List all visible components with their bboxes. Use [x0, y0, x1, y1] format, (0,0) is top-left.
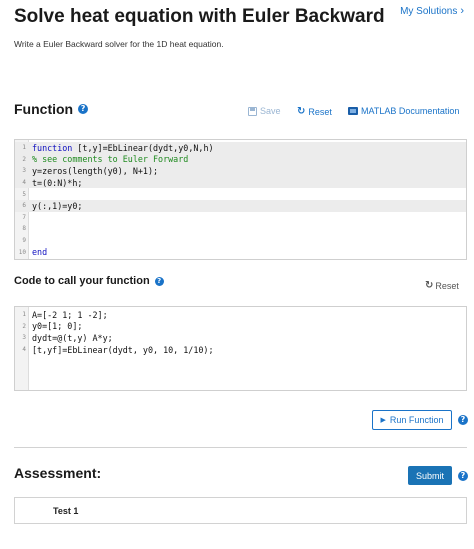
code-token: y=zeros(length(y0), N+1); [32, 165, 159, 176]
line-number: 8 [22, 225, 26, 233]
code-token: % see comments to Euler Forward [32, 154, 189, 165]
help-icon[interactable]: ? [78, 104, 89, 114]
line-number: 5 [22, 190, 26, 198]
code-line[interactable]: 5 [15, 188, 466, 200]
reset-icon: ↻ [297, 106, 306, 117]
call-section-title: Code to call your function ? [14, 275, 164, 287]
save-label: Save [260, 106, 281, 116]
code-line[interactable]: 1 A=[-2 1; 1 -2]; [15, 309, 466, 321]
matlab-doc-label: MATLAB Documentation [361, 106, 460, 116]
code-text: y(:,1)=y0; [29, 201, 82, 211]
code-line[interactable]: 2 y0=[1; 0]; [15, 321, 466, 333]
run-function-button[interactable]: ▶ Run Function [372, 410, 452, 430]
line-number: 4 [22, 346, 26, 354]
function-title-label: Function [14, 101, 74, 117]
code-text: y=zeros(length(y0), N+1); [29, 166, 158, 176]
code-token: y(:,1)=y0; [32, 200, 83, 211]
code-text: y0=[1; 0]; [29, 321, 82, 331]
call-code-lines: 1 A=[-2 1; 1 -2]; 2 y0=[1; 0]; 3 dydt=@(t,y) … [15, 309, 466, 355]
help-icon[interactable]: ? [154, 276, 164, 286]
code-line[interactable]: 4 t=(0:N)*h; [15, 176, 466, 189]
code-line[interactable]: 9 [15, 235, 466, 247]
call-code-editor[interactable]: 1 A=[-2 1; 1 -2]; 2 y0=[1; 0]; 3 dydt=@(t,y) … [14, 306, 467, 391]
code-token: end [32, 247, 48, 258]
page-title: Solve heat equation with Euler Backward [14, 6, 385, 27]
code-line[interactable]: 1 function [t,y]=EbLinear(dydt,y0,N,h) [15, 142, 466, 154]
code-line[interactable]: 3 dydt=@(t,y) A*y; [15, 332, 466, 344]
submit-button[interactable]: Submit [408, 466, 452, 485]
code-token: function [32, 142, 73, 153]
save-icon [248, 106, 257, 116]
test-label: Test 1 [53, 506, 79, 516]
line-number: 1 [22, 144, 26, 152]
code-text: function [t,y]=EbLinear(dydt,y0,N,h) [29, 143, 214, 153]
reset-icon: ↻ [425, 280, 434, 291]
reset-call-label: Reset [435, 280, 459, 291]
play-icon: ▶ [380, 417, 386, 424]
code-text: A=[-2 1; 1 -2]; [29, 310, 108, 320]
matlab-documentation-link[interactable]: MATLAB Documentation [348, 106, 459, 116]
code-text: [t,yf]=EbLinear(dydt, y0, 10, 1/10); [29, 345, 214, 355]
code-text: t=(0:N)*h; [29, 178, 82, 188]
line-number: 3 [22, 167, 26, 175]
code-token: A=[-2 1; 1 -2]; [32, 309, 108, 320]
matlab-doc-icon [348, 107, 358, 115]
code-token: t=(0:N)*h; [32, 177, 83, 188]
line-number: 4 [22, 179, 26, 187]
test-item[interactable]: Test 1 [14, 497, 467, 524]
reset-function-button[interactable]: ↻ Reset [297, 106, 332, 117]
line-number: 2 [22, 155, 26, 163]
my-solutions-label: My Solutions [400, 5, 458, 17]
code-line[interactable]: 7 [15, 212, 466, 224]
call-title-label: Code to call your function [14, 275, 150, 287]
code-line[interactable]: 6 y(:,1)=y0; [15, 199, 466, 212]
function-section-title: Function ? [14, 101, 89, 117]
line-number: 9 [22, 237, 26, 245]
code-token: y0=[1; 0]; [32, 321, 83, 332]
function-code-editor[interactable]: 1 function [t,y]=EbLinear(dydt,y0,N,h) 2% … [14, 139, 467, 260]
line-number: 3 [22, 334, 26, 342]
code-line[interactable]: 10 end [15, 246, 466, 258]
my-solutions-link[interactable]: My Solutions › [400, 5, 464, 17]
help-icon[interactable]: ? [458, 471, 468, 481]
code-line[interactable]: 4 [t,yf]=EbLinear(dydt, y0, 10, 1/10); [15, 344, 466, 356]
code-token: dydt=@(t,y) A*y; [32, 332, 113, 343]
line-number: 1 [22, 311, 26, 319]
code-line[interactable]: 2% see comments to Euler Forward [15, 153, 466, 166]
reset-call-button[interactable]: ↻ Reset [425, 280, 459, 291]
line-number: 6 [22, 202, 26, 210]
code-token: [t,y]=EbLinear(dydt,y0,N,h) [72, 142, 214, 153]
chevron-right-icon: › [460, 5, 464, 17]
line-number: 7 [22, 213, 26, 221]
assessment-title: Assessment: [14, 465, 102, 481]
line-number: 10 [18, 248, 26, 256]
code-line[interactable]: 3 y=zeros(length(y0), N+1); [15, 165, 466, 177]
save-button[interactable]: Save [248, 106, 281, 116]
line-number: 2 [22, 322, 26, 330]
code-text: % see comments to Euler Forward [29, 154, 188, 164]
run-function-label: Run Function [389, 415, 444, 425]
code-text: end [29, 247, 47, 257]
code-text: dydt=@(t,y) A*y; [29, 333, 113, 343]
help-icon[interactable]: ? [458, 415, 468, 425]
section-divider [14, 447, 467, 448]
reset-label: Reset [308, 106, 332, 117]
code-token: [t,yf]=EbLinear(dydt, y0, 10, 1/10); [32, 344, 214, 355]
function-code-lines: 1 function [t,y]=EbLinear(dydt,y0,N,h) 2% … [15, 142, 466, 258]
code-line[interactable]: 8 [15, 223, 466, 235]
problem-description: Write a Euler Backward solver for the 1D… [14, 39, 224, 49]
